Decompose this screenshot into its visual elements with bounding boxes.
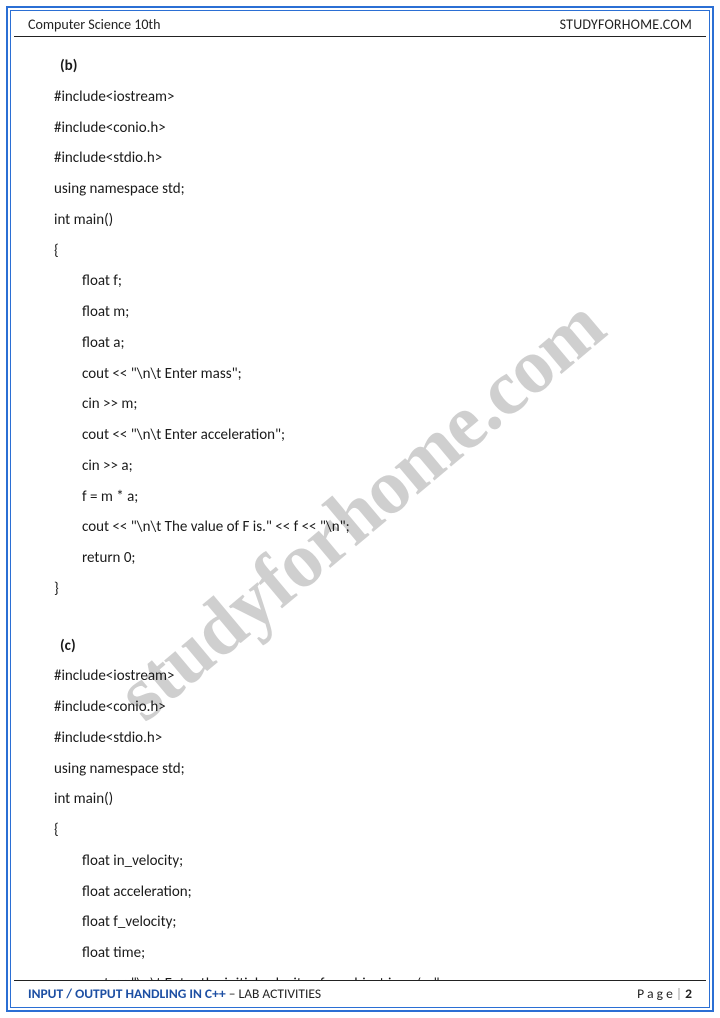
code-line: #include<conio.h>	[54, 113, 678, 144]
page-footer: INPUT / OUTPUT HANDLING IN C++ – LAB ACT…	[14, 980, 706, 1004]
content: (b) #include<iostream> #include<conio.h>…	[54, 51, 678, 980]
code-line: cout << "\n\t Enter the initial velocity…	[54, 969, 678, 980]
code-section-c: (c) #include<iostream> #include<conio.h>…	[54, 631, 678, 981]
code-line: int main()	[54, 205, 678, 236]
code-line: #include<iostream>	[54, 82, 678, 113]
code-line: }	[54, 574, 678, 605]
section-b-label: (b)	[60, 51, 678, 82]
footer-bar: |	[676, 985, 685, 1002]
section-spacer	[54, 605, 678, 631]
code-line: float a;	[54, 328, 678, 359]
code-line: float f_velocity;	[54, 907, 678, 938]
code-line: float time;	[54, 938, 678, 969]
code-line: {	[54, 815, 678, 846]
code-line: using namespace std;	[54, 174, 678, 205]
code-line: float f;	[54, 266, 678, 297]
page-body: studyforhome.com (b) #include<iostream> …	[14, 37, 706, 980]
code-line: cout << "\n\t The value of F is." << f <…	[54, 512, 678, 543]
code-line: using namespace std;	[54, 754, 678, 785]
code-line: {	[54, 236, 678, 267]
footer-chapter: INPUT / OUTPUT HANDLING IN C++	[28, 985, 226, 1002]
footer-page-number: 2	[685, 985, 692, 1002]
code-line: #include<stdio.h>	[54, 143, 678, 174]
footer-page: P a g e | 2	[637, 985, 692, 1002]
code-line: cout << "\n\t Enter acceleration";	[54, 420, 678, 451]
code-line: cin >> m;	[54, 389, 678, 420]
code-line: #include<stdio.h>	[54, 723, 678, 754]
code-line: float m;	[54, 297, 678, 328]
code-line: int main()	[54, 784, 678, 815]
code-line: #include<conio.h>	[54, 692, 678, 723]
header-site: STUDYFORHOME.COM	[560, 16, 692, 33]
section-c-label: (c)	[60, 631, 678, 662]
code-line: return 0;	[54, 543, 678, 574]
code-line: cout << "\n\t Enter mass";	[54, 359, 678, 390]
code-line: cin >> a;	[54, 451, 678, 482]
header-subject: Computer Science 10th	[28, 16, 160, 33]
page-header: Computer Science 10th STUDYFORHOME.COM	[14, 14, 706, 37]
code-line: float acceleration;	[54, 877, 678, 908]
code-line: f = m * a;	[54, 482, 678, 513]
footer-subtitle: – LAB ACTIVITIES	[226, 985, 321, 1002]
footer-page-label: P a g e	[637, 985, 676, 1002]
page: Computer Science 10th STUDYFORHOME.COM s…	[14, 14, 706, 1004]
code-section-b: (b) #include<iostream> #include<conio.h>…	[54, 51, 678, 605]
code-line: float in_velocity;	[54, 846, 678, 877]
code-line: #include<iostream>	[54, 661, 678, 692]
footer-title: INPUT / OUTPUT HANDLING IN C++ – LAB ACT…	[28, 985, 321, 1002]
